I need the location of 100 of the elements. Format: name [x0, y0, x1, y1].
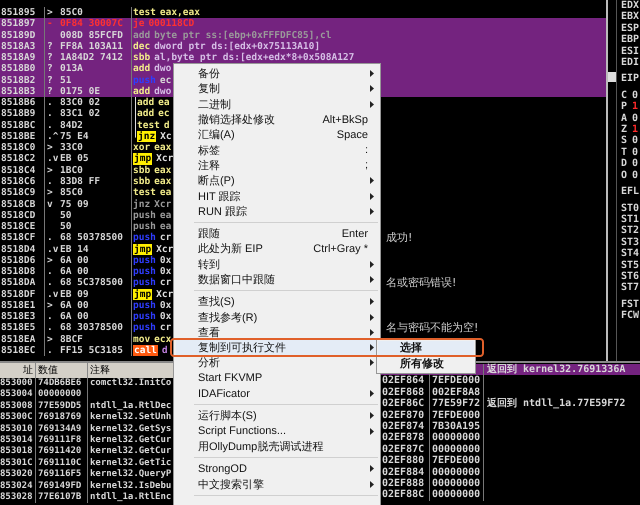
submenu-arrow-icon	[370, 390, 374, 398]
register-name: FCW	[621, 310, 640, 322]
menu-item[interactable]: 数据窗口中跟随	[176, 272, 378, 288]
hex-bytes: 0F84 30007C	[60, 18, 123, 30]
address-cell: 8518B9	[0, 108, 45, 120]
menu-item[interactable]: 查看	[176, 324, 378, 340]
operand: cr	[160, 232, 172, 245]
mnemonic: add	[137, 108, 154, 120]
menu-item[interactable]: 此处为新 EIP Ctrl+Gray *	[176, 241, 378, 257]
address-cell: 8518D6	[0, 254, 45, 266]
mnemonic: dec	[133, 40, 150, 52]
operand: d	[164, 120, 170, 131]
hex-bytes: 83C1 02	[60, 108, 100, 120]
value-cell: 769111F8	[38, 434, 82, 445]
jump-marker: ?	[47, 52, 53, 64]
menu-item[interactable]: IDAFicator	[176, 386, 378, 402]
hex-bytes: 85C0	[60, 187, 83, 198]
hex-bytes: 75 09	[60, 198, 89, 210]
register-name: FST	[621, 298, 640, 310]
menu-item[interactable]: 所有修改	[378, 356, 474, 372]
operand: ec	[158, 108, 170, 120]
register-name: ST3	[621, 236, 640, 248]
operand: cr	[160, 277, 172, 290]
menu-item[interactable]: 撤销选择处修改 Alt+BkSp	[176, 112, 378, 128]
address-cell: 8518D4	[0, 244, 45, 255]
register-name: ST0	[621, 202, 640, 214]
value-cell: 00000000	[432, 489, 480, 500]
mnemonic: mov	[133, 334, 150, 345]
value-cell: 769149FD	[38, 480, 82, 491]
menu-item[interactable]: 转到	[176, 256, 378, 272]
mnemonic: add	[133, 30, 150, 41]
scroll-thumb[interactable]	[608, 72, 616, 82]
mnemonic: jmp	[133, 153, 152, 165]
menu-item[interactable]: 汇编(A) Space	[176, 127, 378, 142]
operand: dwo	[154, 86, 172, 98]
mnemonic: push	[133, 254, 156, 266]
menu-item[interactable]: 复制到可执行文件	[176, 340, 378, 356]
flag-value: 0	[632, 112, 638, 124]
menu-item[interactable]: 跟随 Enter	[176, 226, 378, 242]
menu-item[interactable]: Start FKVMP	[176, 370, 378, 386]
jump-marker: .^	[47, 130, 58, 142]
jump-marker: .v	[47, 244, 58, 255]
hex-bytes: 1A84D2 7412	[60, 52, 123, 64]
menu-item[interactable]: 标签 :	[176, 142, 378, 158]
menu-item[interactable]: 分析	[176, 355, 378, 371]
address-cell: 8518C9	[0, 187, 45, 199]
menu-item[interactable]: 二进制	[176, 96, 378, 112]
register-name: EBX	[621, 11, 640, 23]
operand: Xcr	[156, 288, 174, 300]
register-name: ST1	[621, 214, 640, 226]
menu-item[interactable]: 备份	[176, 66, 378, 82]
comment-cell: kernel32.SetUnh	[90, 412, 172, 422]
column-header[interactable]: 址	[0, 363, 36, 378]
value-cell: 002EF8A8	[432, 386, 480, 398]
address-cell: 853004	[0, 389, 36, 401]
address-cell: 8518BC	[0, 120, 45, 131]
comment-cell: kernel32.QueryP	[90, 469, 172, 480]
mnemonic: push	[133, 266, 156, 278]
register-name: C	[621, 90, 628, 102]
address-cell: 02EF88C	[382, 489, 424, 500]
operand: Xcr	[154, 198, 172, 210]
flag-value: 0	[632, 135, 638, 147]
menu-item[interactable]: StrongOD	[176, 461, 378, 476]
operand: 0x	[160, 254, 172, 266]
register-name: S	[621, 135, 628, 147]
address-cell: 02EF884	[382, 466, 424, 478]
menu-item[interactable]: 运行脚本(S)	[176, 408, 378, 424]
hex-bytes: 85C0	[60, 7, 83, 18]
address-cell: 02EF874	[382, 420, 424, 432]
menu-item[interactable]: 查找(S)	[176, 294, 378, 310]
jump-marker: .	[47, 277, 53, 288]
hex-bytes: 75 E4	[60, 130, 89, 142]
hex-bytes: 6A 00	[60, 300, 89, 311]
register-name: EBP	[621, 34, 640, 46]
address-cell: 8518DA	[0, 277, 45, 290]
menu-item[interactable]: 复制	[176, 81, 378, 97]
menu-item[interactable]: 查找参考(R)	[176, 309, 378, 325]
hex-bytes: 68 50378500	[60, 232, 123, 244]
menu-item[interactable]: 断点(P)	[176, 173, 378, 188]
address-cell: 853024	[0, 480, 36, 492]
jump-marker: >	[47, 334, 53, 345]
register-name: Z	[621, 124, 628, 136]
mnemonic: jmp	[133, 288, 152, 300]
menu-item[interactable]: 注释 ;	[176, 158, 378, 174]
menu-item[interactable]: 中文搜索引擎	[176, 476, 378, 492]
mnemonic: xor	[133, 142, 150, 154]
menu-item[interactable]: RUN 跟踪	[176, 204, 378, 219]
address-cell: 8518D8	[0, 266, 45, 278]
submenu-arrow-icon	[370, 276, 374, 283]
scrollbar[interactable]	[606, 0, 616, 361]
operand: ec	[160, 74, 172, 86]
register-name: EDI	[621, 57, 640, 68]
address-cell: 853010	[0, 424, 36, 435]
operand: byte ptr ss:[ebp+0xFFFDFC85],cl	[154, 30, 332, 41]
menu-item[interactable]: 用OllyDump脱壳调试进程	[176, 438, 378, 454]
hex-bytes: 6A 00	[60, 266, 89, 278]
menu-item[interactable]: Script Functions...	[176, 424, 378, 439]
column-header[interactable]: 数值	[36, 363, 88, 378]
menu-item[interactable]: HIT 跟踪	[176, 188, 378, 204]
submenu-arrow-icon	[370, 480, 374, 488]
